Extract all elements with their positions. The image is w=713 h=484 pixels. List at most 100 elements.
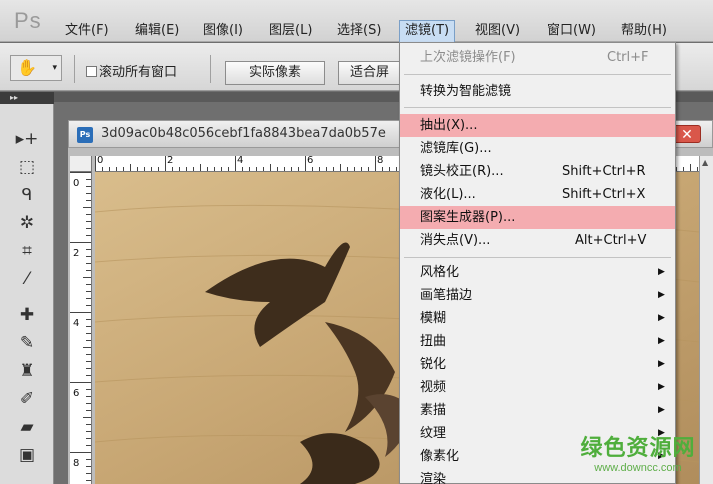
menu-item-stylize[interactable]: 风格化 ▶ — [400, 261, 675, 284]
menu-file[interactable]: 文件(F) — [60, 20, 114, 42]
menu-item-label: 像素化 — [420, 449, 460, 464]
menu-item-vanishing-point[interactable]: 消失点(V)... Alt+Ctrl+V — [400, 229, 675, 252]
eraser-tool-icon[interactable]: ▰ — [12, 414, 42, 440]
menu-item-label: 锐化 — [420, 357, 447, 372]
menu-layer[interactable]: 图层(L) — [264, 20, 317, 42]
menu-select[interactable]: 选择(S) — [332, 20, 386, 42]
magic-wand-tool-icon[interactable]: ✲ — [12, 210, 42, 236]
hand-icon: ✋ — [17, 58, 37, 77]
document-title: 3d09ac0b48c056cebf1fa8843bea7da0b57e — [101, 126, 386, 141]
close-icon[interactable]: ✕ — [673, 125, 701, 143]
watermark-title: 绿色资源网 — [580, 436, 696, 461]
marquee-tool-icon[interactable]: ⬚ — [12, 154, 42, 180]
menu-help[interactable]: 帮助(H) — [616, 20, 672, 42]
brush-tool-icon[interactable]: ✎ — [12, 330, 42, 356]
fit-screen-button[interactable]: 适合屏 — [338, 61, 400, 85]
menu-item-label: 抽出(X)... — [420, 118, 478, 133]
menu-item-label: 消失点(V)... — [420, 233, 491, 248]
ruler-label: 4 — [73, 318, 80, 329]
toolbar-divider — [210, 55, 211, 83]
healing-brush-tool-icon[interactable]: ✚ — [12, 302, 42, 328]
menu-item-pattern-maker[interactable]: 图案生成器(P)... — [400, 206, 675, 229]
menu-image[interactable]: 图像(I) — [198, 20, 248, 42]
menubar: Ps 文件(F) 编辑(E) 图像(I) 图层(L) 选择(S) 滤镜(T) 视… — [0, 0, 713, 42]
menu-item-liquify[interactable]: 液化(L)... Shift+Ctrl+X — [400, 183, 675, 206]
hand-tool-preset-picker[interactable]: ✋ ▾ — [10, 55, 62, 81]
menu-item-label: 转换为智能滤镜 — [420, 84, 512, 99]
stamp-tool-icon[interactable]: ♜ — [12, 358, 42, 384]
menu-item-label: 渲染 — [420, 472, 447, 484]
menu-separator — [404, 257, 671, 258]
watermark-url: www.downcc.com — [594, 462, 682, 474]
menu-item-video[interactable]: 视频 ▶ — [400, 376, 675, 399]
scroll-up-icon[interactable]: ▲ — [702, 158, 708, 167]
menu-edit[interactable]: 编辑(E) — [130, 20, 184, 42]
menu-item-label: 视频 — [420, 380, 447, 395]
move-tool-icon[interactable]: ▸+ — [12, 126, 42, 152]
menu-view[interactable]: 视图(V) — [470, 20, 525, 42]
chevron-down-icon: ▾ — [52, 63, 57, 73]
menu-item-label: 镜头校正(R)... — [420, 164, 504, 179]
eyedropper-tool-icon[interactable]: ⁄ — [12, 266, 42, 292]
scroll-all-windows-checkbox[interactable]: 滚动所有窗口 — [86, 61, 177, 80]
menu-item-extract[interactable]: 抽出(X)... — [400, 114, 675, 137]
submenu-arrow-icon: ▶ — [658, 405, 665, 415]
ruler-label: 2 — [73, 248, 80, 259]
ruler-label: 8 — [377, 156, 384, 166]
tools-panel-collapse-icon[interactable]: ▸▸ — [0, 92, 54, 104]
submenu-arrow-icon: ▶ — [658, 336, 665, 346]
ruler-label: 8 — [73, 458, 80, 469]
vertical-scrollbar[interactable]: ▲ — [699, 156, 713, 484]
tools-panel: ▸+ ⬚ ᑫ ✲ ⌗ ⁄ ✚ ✎ ♜ ✐ ▰ ▣ — [0, 102, 54, 484]
menu-item-lens-correction[interactable]: 镜头校正(R)... Shift+Ctrl+R — [400, 160, 675, 183]
menu-item-shortcut: Shift+Ctrl+X — [562, 187, 646, 202]
menu-item-shortcut: Ctrl+F — [607, 50, 649, 65]
photoshop-logo: Ps — [14, 8, 42, 33]
history-brush-tool-icon[interactable]: ✐ — [12, 386, 42, 412]
menu-item-distort[interactable]: 扭曲 ▶ — [400, 330, 675, 353]
menu-item-label: 滤镜库(G)... — [420, 141, 492, 156]
ruler-label: 0 — [97, 156, 104, 166]
ruler-label: 4 — [237, 156, 244, 166]
menu-filter[interactable]: 滤镜(T) — [399, 20, 456, 42]
crop-tool-icon[interactable]: ⌗ — [12, 238, 42, 264]
filter-menu: 上次滤镜操作(F) Ctrl+F 转换为智能滤镜 抽出(X)... 滤镜库(G)… — [399, 42, 676, 484]
submenu-arrow-icon: ▶ — [658, 290, 665, 300]
gradient-tool-icon[interactable]: ▣ — [12, 442, 42, 468]
menu-separator — [404, 74, 671, 75]
menu-item-brush-strokes[interactable]: 画笔描边 ▶ — [400, 284, 675, 307]
toolbar-divider — [74, 55, 75, 83]
submenu-arrow-icon: ▶ — [658, 267, 665, 277]
ruler-origin[interactable] — [70, 156, 92, 172]
ruler-label: 2 — [167, 156, 174, 166]
submenu-arrow-icon: ▶ — [658, 382, 665, 392]
photoshop-document-icon: Ps — [77, 127, 93, 143]
menu-window[interactable]: 窗口(W) — [542, 20, 601, 42]
menu-item-shortcut: Shift+Ctrl+R — [562, 164, 646, 179]
checkbox-box[interactable] — [86, 66, 97, 77]
menu-item-filter-gallery[interactable]: 滤镜库(G)... — [400, 137, 675, 160]
submenu-arrow-icon: ▶ — [658, 359, 665, 369]
menu-item-blur[interactable]: 模糊 ▶ — [400, 307, 675, 330]
menu-item-last-filter[interactable]: 上次滤镜操作(F) Ctrl+F — [400, 46, 675, 69]
menu-item-label: 画笔描边 — [420, 288, 473, 303]
submenu-arrow-icon: ▶ — [658, 313, 665, 323]
site-watermark: 绿色资源网 www.downcc.com — [578, 430, 698, 476]
menu-item-sketch[interactable]: 素描 ▶ — [400, 399, 675, 422]
menu-item-sharpen[interactable]: 锐化 ▶ — [400, 353, 675, 376]
menu-separator — [404, 107, 671, 108]
scroll-all-windows-label: 滚动所有窗口 — [99, 65, 178, 80]
menu-item-label: 素描 — [420, 403, 447, 418]
menu-item-convert-smart-filter[interactable]: 转换为智能滤镜 — [400, 80, 675, 103]
photoshop-window: Ps 文件(F) 编辑(E) 图像(I) 图层(L) 选择(S) 滤镜(T) 视… — [0, 0, 713, 484]
menu-item-label: 模糊 — [420, 311, 447, 326]
lasso-tool-icon[interactable]: ᑫ — [12, 182, 42, 208]
menu-item-label: 风格化 — [420, 265, 460, 280]
actual-pixels-button[interactable]: 实际像素 — [225, 61, 325, 85]
ruler-label: 6 — [73, 388, 80, 399]
ruler-label: 6 — [307, 156, 314, 166]
menu-item-label: 纹理 — [420, 426, 447, 441]
vertical-ruler[interactable]: 0 2 4 6 8 — [70, 172, 92, 484]
menu-item-label: 扭曲 — [420, 334, 447, 349]
menu-item-label: 图案生成器(P)... — [420, 210, 516, 225]
